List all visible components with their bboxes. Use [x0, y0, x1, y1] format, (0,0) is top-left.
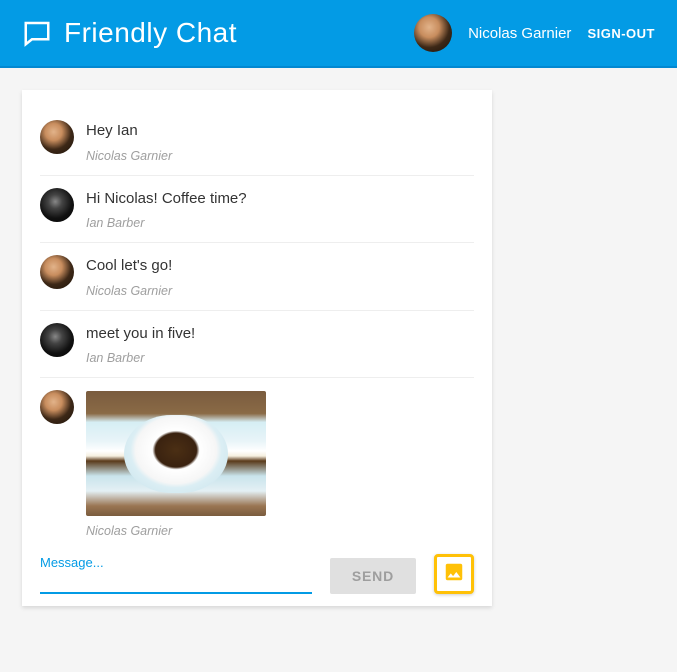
message-row: Cool let's go! Nicolas Garnier — [40, 243, 474, 311]
message-image[interactable] — [86, 391, 266, 516]
message-author: Ian Barber — [86, 351, 474, 365]
message-body: Hey Ian Nicolas Garnier — [86, 120, 474, 163]
message-input-label: Message... — [40, 555, 312, 570]
message-list: Hey Ian Nicolas Garnier Hi Nicolas! Coffee… — [40, 108, 474, 550]
message-avatar — [40, 188, 74, 222]
header-user-area: Nicolas Garnier SIGN-OUT — [414, 14, 655, 52]
message-author: Nicolas Garnier — [86, 284, 474, 298]
message-avatar — [40, 255, 74, 289]
message-author: Nicolas Garnier — [86, 149, 474, 163]
image-icon — [443, 561, 465, 588]
app-title: Friendly Chat — [64, 17, 237, 49]
message-text: Hi Nicolas! Coffee time? — [86, 189, 474, 209]
message-input-wrap: Message... — [40, 555, 312, 594]
message-row: Nicolas Garnier — [40, 378, 474, 550]
message-body: meet you in five! Ian Barber — [86, 323, 474, 366]
user-avatar[interactable] — [414, 14, 452, 52]
message-author: Nicolas Garnier — [86, 524, 474, 538]
message-body: Hi Nicolas! Coffee time? Ian Barber — [86, 188, 474, 231]
attach-image-button[interactable] — [434, 554, 474, 594]
message-avatar — [40, 390, 74, 424]
chat-card: Hey Ian Nicolas Garnier Hi Nicolas! Coffee… — [22, 90, 492, 606]
message-text: Hey Ian — [86, 121, 474, 141]
send-button[interactable]: SEND — [330, 558, 416, 594]
message-author: Ian Barber — [86, 216, 474, 230]
message-input[interactable] — [40, 572, 312, 594]
header-title-group: Friendly Chat — [22, 17, 414, 49]
message-composer: Message... SEND — [40, 554, 474, 594]
user-name-label: Nicolas Garnier — [468, 25, 571, 42]
message-text: Cool let's go! — [86, 256, 474, 276]
message-text: meet you in five! — [86, 324, 474, 344]
message-row: meet you in five! Ian Barber — [40, 311, 474, 379]
message-avatar — [40, 120, 74, 154]
app-header: Friendly Chat Nicolas Garnier SIGN-OUT — [0, 0, 677, 68]
message-avatar — [40, 323, 74, 357]
message-body: Cool let's go! Nicolas Garnier — [86, 255, 474, 298]
message-row: Hey Ian Nicolas Garnier — [40, 108, 474, 176]
sign-out-button[interactable]: SIGN-OUT — [587, 26, 655, 41]
message-row: Hi Nicolas! Coffee time? Ian Barber — [40, 176, 474, 244]
chat-bubble-icon — [22, 18, 52, 48]
message-body: Nicolas Garnier — [86, 390, 474, 538]
